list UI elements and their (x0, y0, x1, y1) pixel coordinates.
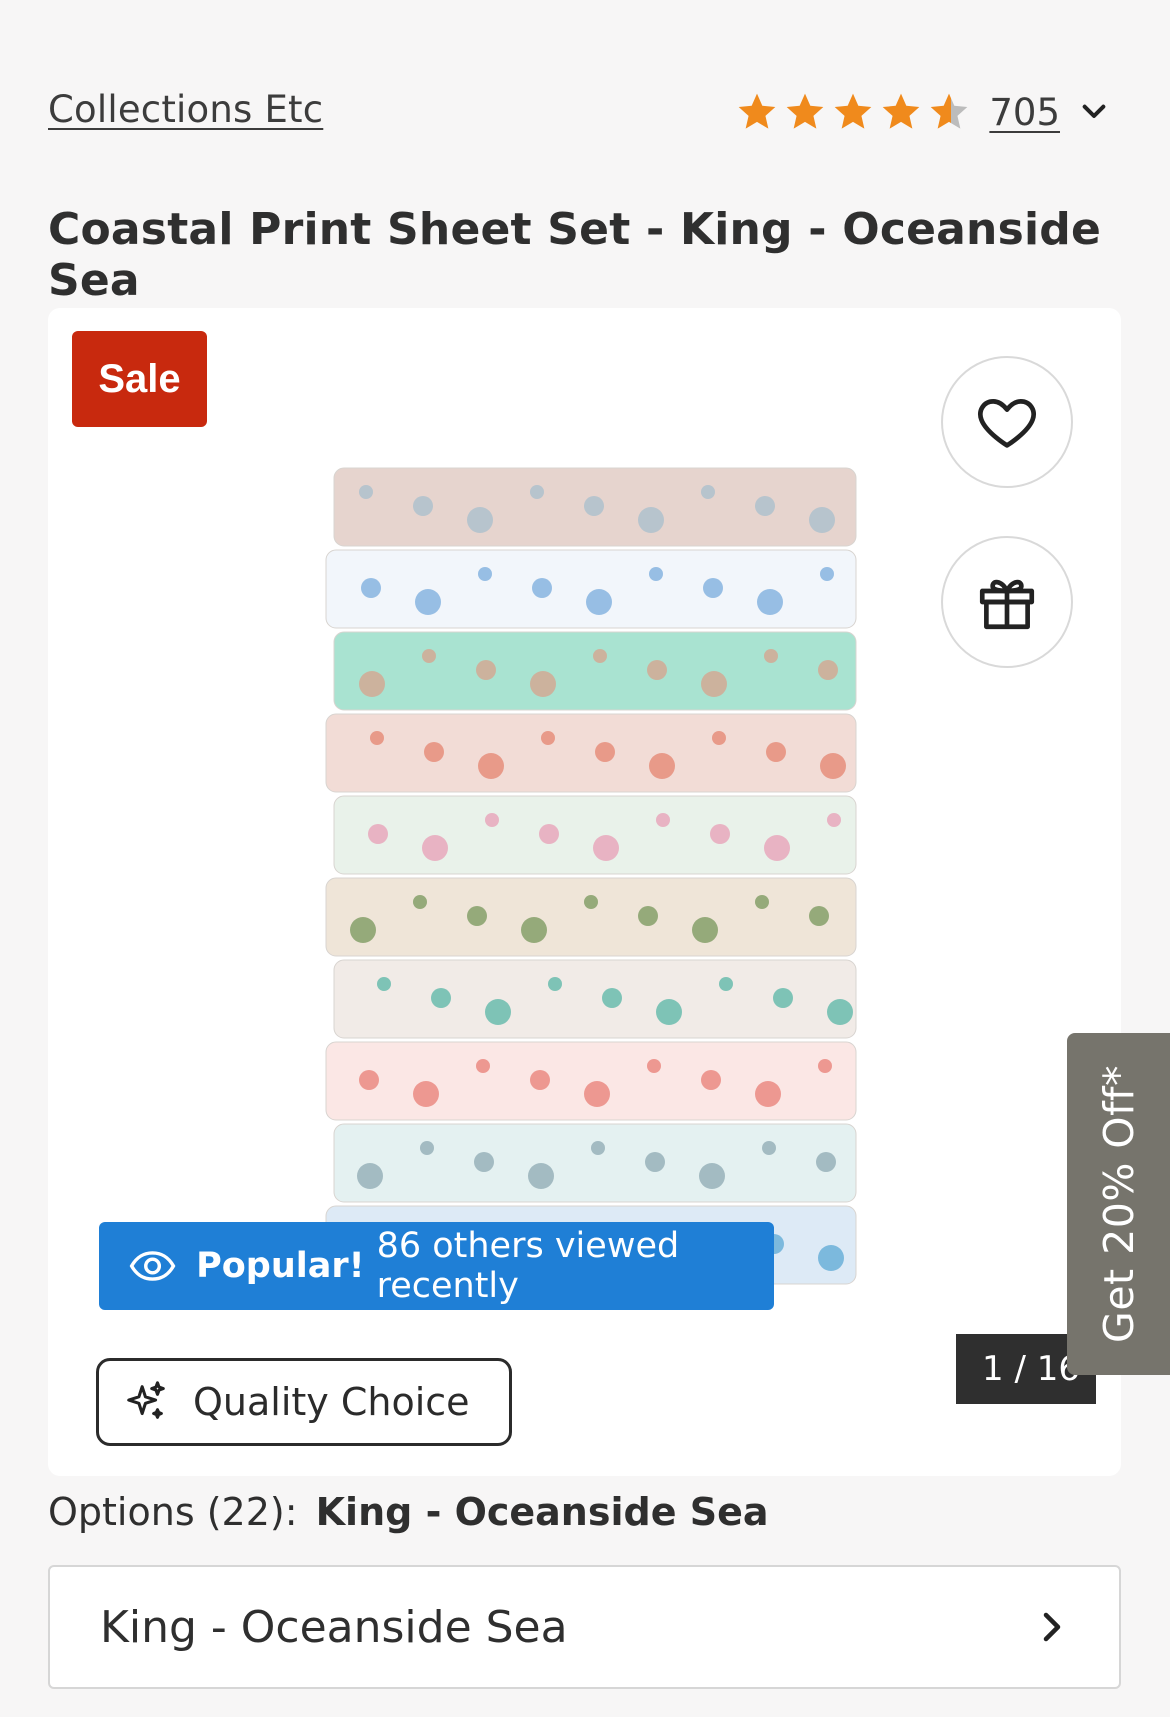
product-image-gallery[interactable]: Sale Popular! 86 others viewed recently … (48, 308, 1121, 1476)
chevron-down-icon[interactable] (1078, 96, 1110, 128)
popular-label: Popular! (196, 1246, 365, 1286)
quality-choice-badge[interactable]: Quality Choice (96, 1358, 512, 1446)
options-selected-value: King - Oceanside Sea (315, 1490, 769, 1534)
sheet-fold (325, 549, 857, 629)
star-full-icon (739, 93, 776, 129)
sheet-fold (325, 877, 857, 957)
option-select-value: King - Oceanside Sea (100, 1601, 568, 1653)
sheet-fold (333, 959, 857, 1039)
sparkle-icon (127, 1381, 165, 1419)
sheet-fold (333, 1123, 857, 1203)
sheet-fold (325, 1041, 857, 1121)
gift-button[interactable] (941, 536, 1073, 668)
gift-icon (979, 579, 1035, 630)
rating-summary[interactable]: 705 (735, 88, 1110, 136)
product-title: Coastal Print Sheet Set - King - Oceansi… (48, 204, 1101, 306)
brand-link[interactable]: Collections Etc (48, 88, 323, 131)
popular-banner: Popular! 86 others viewed recently (99, 1222, 774, 1310)
eye-icon (129, 1251, 176, 1281)
sheet-fold (333, 467, 857, 547)
quality-choice-label: Quality Choice (193, 1380, 470, 1424)
star-half-icon (931, 93, 968, 129)
sheet-fold (333, 795, 857, 875)
star-full-icon (787, 93, 824, 129)
review-count-link[interactable]: 705 (989, 91, 1060, 134)
heart-icon (978, 399, 1036, 448)
star-full-icon (835, 93, 872, 129)
star-rating (735, 90, 971, 134)
popular-text: 86 others viewed recently (376, 1226, 680, 1306)
options-label: Options (22): King - Oceanside Sea (48, 1490, 769, 1534)
promo-tab[interactable]: Get 20% Off* (1067, 1033, 1170, 1375)
chevron-right-icon (1043, 1612, 1061, 1642)
sheet-fold (333, 631, 857, 711)
star-full-icon (883, 93, 920, 129)
promo-label: Get 20% Off* (1094, 1065, 1143, 1343)
sheet-fold (325, 713, 857, 793)
option-select[interactable]: King - Oceanside Sea (48, 1565, 1121, 1689)
sale-badge: Sale (72, 331, 207, 427)
favorite-button[interactable] (941, 356, 1073, 488)
options-count: Options (22): (48, 1490, 298, 1534)
